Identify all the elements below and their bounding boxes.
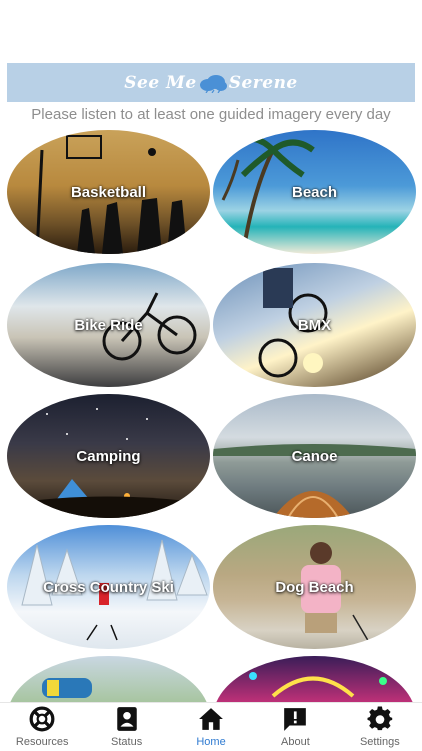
app-title-banner: See Me Serene (7, 63, 415, 102)
tile-label: Beach (291, 183, 338, 201)
tile-partial-park[interactable] (7, 656, 210, 702)
home-icon (199, 708, 223, 730)
tile-camping[interactable]: Camping (7, 394, 210, 518)
tile-canoe[interactable]: Canoe (213, 394, 416, 518)
tile-label: Dog Beach (275, 578, 354, 596)
tab-label: Status (111, 736, 143, 748)
lifebuoy-icon (29, 706, 55, 732)
imagery-grid: Basketball Beach Bike Ride BMX Camping C… (7, 130, 417, 702)
tile-partial-lights[interactable] (213, 656, 416, 702)
tile-bmx[interactable]: BMX (213, 263, 416, 387)
tile-dog-beach[interactable]: Dog Beach (213, 525, 416, 649)
tile-label: Basketball (70, 183, 147, 201)
tab-about[interactable]: About (253, 703, 337, 751)
daily-instruction-text: Please listen to at least one guided ima… (31, 106, 391, 123)
contact-card-icon (116, 707, 137, 731)
tile-cross-country-ski[interactable]: Cross Country Ski (7, 525, 210, 649)
tab-status[interactable]: Status (84, 703, 168, 751)
tile-label: Camping (76, 447, 141, 465)
tile-label: Cross Country Ski (43, 578, 174, 596)
bottom-tab-bar: Resources Status Home About Settings (0, 702, 422, 751)
app-title-left: See Me (124, 72, 197, 93)
tile-label: BMX (297, 316, 332, 334)
tile-beach[interactable]: Beach (213, 130, 416, 254)
cloud-icon (198, 73, 228, 93)
tab-label: About (281, 736, 310, 748)
tile-label: Bike Ride (74, 316, 143, 334)
gear-icon (367, 706, 393, 731)
tile-label: Canoe (291, 447, 338, 465)
tab-label: Settings (359, 736, 400, 748)
lights-scene-image (249, 672, 387, 698)
tab-label: Home (196, 736, 226, 748)
tab-resources[interactable]: Resources (0, 703, 84, 751)
tile-basketball[interactable]: Basketball (7, 130, 210, 254)
park-scene-image (42, 678, 92, 698)
tab-label: Resources (15, 736, 69, 748)
tab-home[interactable]: Home (169, 703, 253, 751)
app-title-right: Serene (228, 72, 298, 93)
tab-settings[interactable]: Settings (338, 703, 422, 751)
tile-bike-ride[interactable]: Bike Ride (7, 263, 210, 387)
info-icon (284, 708, 307, 731)
